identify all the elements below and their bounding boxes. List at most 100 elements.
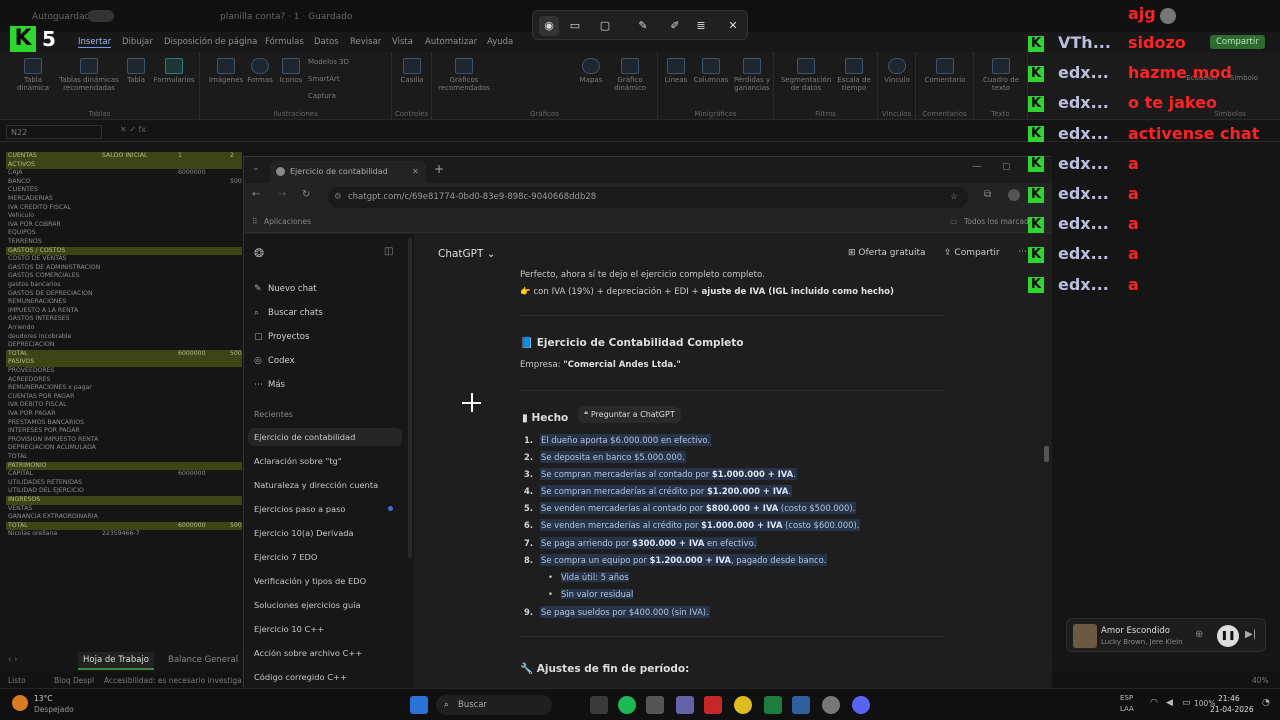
recent-chat-item[interactable]: Soluciones ejercicios guía (254, 596, 361, 614)
name-box[interactable]: N22 (6, 125, 102, 139)
sheet-row[interactable]: PROVISION IMPUESTO RENTA (6, 436, 242, 445)
sheet-cell[interactable]: CUENTAS (8, 152, 37, 161)
previous-track-icon[interactable]: ⊕ (1195, 629, 1203, 640)
lang-code[interactable]: ESP (1120, 694, 1133, 702)
sheet-cell[interactable]: CAJA (8, 169, 23, 178)
sheet-cell[interactable]: PRESTAMOS BANCARIOS (8, 419, 84, 428)
sheet-cell[interactable]: 500 (230, 178, 242, 187)
sheet-cell[interactable]: TOTAL (8, 350, 28, 359)
sheet-cell[interactable]: DEPRECIACION (8, 341, 55, 350)
sheet-row[interactable]: INTERESES POR PAGAR (6, 427, 242, 436)
nav-nuevo-chat[interactable]: ✎ Nuevo chat (254, 280, 317, 298)
sparkline-lines-button[interactable]: Líneas (662, 58, 690, 84)
timeline-button[interactable]: Escala de tiempo (834, 58, 874, 92)
sheet-cell[interactable]: 1 (178, 152, 182, 161)
capture-button[interactable]: Captura (308, 92, 378, 100)
sheet-cell[interactable]: 2 (230, 152, 234, 161)
menu-dibujar[interactable]: Dibujar (122, 37, 153, 47)
menu-datos[interactable]: Datos (314, 37, 339, 47)
tab-balance-general[interactable]: Balance General (162, 655, 244, 665)
clock-date[interactable]: 21-04-2026 (1210, 705, 1254, 714)
forms-button[interactable]: Formularios (152, 58, 196, 84)
recent-chat-item[interactable]: Ejercicio de contabilidad (248, 428, 402, 446)
camera-icon[interactable]: ◉ (539, 16, 559, 36)
menu-formulas[interactable]: Fórmulas (265, 37, 304, 47)
slicer-button[interactable]: Segmentación de datos (778, 58, 834, 92)
sheet-row[interactable]: INGRESOS (6, 496, 242, 505)
sheet-row[interactable]: GASTOS INTERESES (6, 315, 242, 324)
sheet-row[interactable]: ACREEDORES (6, 376, 242, 385)
reload-icon[interactable]: ↻ (302, 189, 310, 200)
recent-chat-item[interactable]: Ejercicios paso a paso (254, 500, 346, 518)
smartart-button[interactable]: SmartArt (308, 75, 378, 83)
nav-codex[interactable]: ◎ Codex (254, 352, 295, 370)
forward-icon[interactable]: → (278, 189, 286, 200)
sheet-row[interactable]: TOTAL 6000000 500 (6, 349, 242, 359)
site-info-icon[interactable]: ⚙ (334, 187, 342, 208)
sheet-cell[interactable]: 6000000 (178, 522, 206, 531)
sheet-cell[interactable]: PATRIMONIO (8, 462, 47, 471)
address-bar[interactable]: ⚙ chatgpt.com/c/69e81774-0bd0-83e9-898c-… (328, 187, 968, 208)
sheet-row[interactable]: gastos bancarios (6, 281, 242, 290)
sheet-cell[interactable]: 500 (230, 522, 242, 531)
discord-icon[interactable] (852, 696, 870, 714)
sheet-cell[interactable]: TERRENOS (8, 238, 42, 247)
table-button[interactable]: Tabla (122, 58, 150, 84)
wifi-icon[interactable]: ◠ (1150, 698, 1158, 708)
sheet-cell[interactable]: TOTAL (8, 522, 28, 531)
sheet-row[interactable]: GASTOS DE DEPRECIACION (6, 290, 242, 299)
recent-chat-item[interactable]: Ejercicio 10(a) Derivada (254, 524, 354, 542)
close-icon[interactable]: ✕ (723, 16, 743, 36)
sheet-row[interactable]: PRESTAMOS BANCARIOS (6, 419, 242, 428)
nav-buscar-chats[interactable]: ⌕ Buscar chats (254, 304, 323, 322)
lang-layout[interactable]: LAA (1120, 705, 1134, 713)
next-track-icon[interactable]: ▶| (1245, 629, 1256, 640)
task-view-icon[interactable] (590, 696, 608, 714)
back-icon[interactable]: ← (252, 189, 260, 200)
sheet-row[interactable]: TOTAL (6, 453, 242, 462)
link-button[interactable]: Vínculo (880, 58, 914, 84)
recent-chat-item[interactable]: Verificación y tipos de EDO (254, 572, 366, 590)
sidebar-scrollbar[interactable] (408, 238, 412, 558)
sheet-row[interactable]: IVA DEBITO FISCAL (6, 401, 242, 410)
chrome-icon[interactable] (734, 696, 752, 714)
minimize-icon[interactable]: — (972, 161, 982, 172)
status-accessibility[interactable]: Accesibilidad: es necesario investigar (104, 676, 242, 685)
sheet-cell[interactable]: 6000000 (178, 350, 206, 359)
3d-models-button[interactable]: Modelos 3D (308, 58, 378, 66)
pen-icon[interactable]: ✐ (665, 16, 685, 36)
recent-chat-item[interactable]: Acción sobre archivo C++ (254, 644, 362, 662)
sheet-row[interactable]: CAPITAL 6000000 (6, 470, 242, 479)
sparkline-winloss-button[interactable]: Pérdidas y ganancias (732, 58, 772, 92)
spreadsheet-grid[interactable]: CUENTAS SALDO INICIAL 1 2 ACTIVOS CAJA 6000000… (0, 150, 243, 650)
free-offer-button[interactable]: ⊞ Oferta gratuita (848, 248, 926, 258)
sheet-row[interactable]: PROVEEDORES (6, 367, 242, 376)
sheet-row[interactable]: TOTAL 6000000 500 (6, 521, 242, 531)
recent-chat-item[interactable]: Código corregido C++ (254, 668, 347, 686)
edit-icon[interactable]: ✎ (633, 16, 653, 36)
sheet-row[interactable]: IVA CREDITO FISCAL (6, 204, 242, 213)
sheet-cell[interactable]: ACTIVOS (8, 161, 35, 170)
profile-avatar[interactable] (1008, 189, 1020, 201)
notification-bell-icon[interactable]: ◔ (1262, 698, 1270, 708)
images-button[interactable]: Imágenes (208, 58, 244, 84)
tab-hoja-de-trabajo[interactable]: Hoja de Trabajo (78, 652, 155, 670)
sheet-cell[interactable]: CAPITAL (8, 470, 33, 479)
menu-disposicion[interactable]: Disposición de página (164, 37, 257, 47)
openai-logo-icon[interactable]: ❂ (254, 246, 264, 260)
sheet-row[interactable]: CLIENTES (6, 186, 242, 195)
photos-icon[interactable] (792, 696, 810, 714)
sheet-cell[interactable]: deudores incobrable (8, 333, 71, 342)
content-scrollbar[interactable] (1044, 446, 1049, 462)
extensions-icon[interactable]: ⧉ (984, 189, 991, 200)
sheet-cell[interactable]: 500 (230, 350, 242, 359)
icons-button[interactable]: Iconos (276, 58, 306, 84)
bookmark-star-icon[interactable]: ☆ (950, 187, 958, 208)
sheet-cell[interactable]: REMUNERACIONES (8, 298, 66, 307)
recommended-pivot-button[interactable]: Tablas dinámicas recomendadas (58, 58, 120, 92)
maps-button[interactable]: Mapas (576, 58, 606, 84)
sheet-cell[interactable]: Arriendo (8, 324, 34, 333)
sheet-cell[interactable]: GANANCIA EXTRAORDINARIA (8, 513, 98, 522)
sheet-cell[interactable]: VENTAS (8, 505, 32, 514)
bookmark-apps[interactable]: Aplicaciones (264, 217, 311, 226)
